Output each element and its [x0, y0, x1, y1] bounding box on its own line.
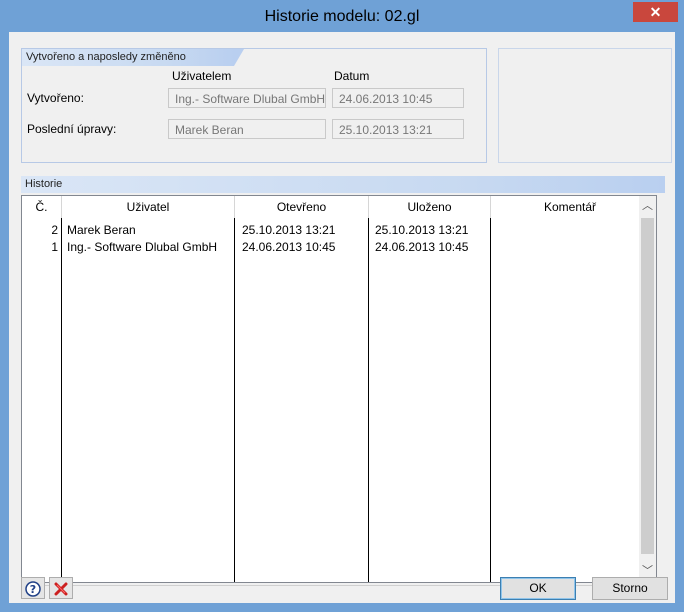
preview-panel: [498, 48, 672, 163]
table-row[interactable]: 2 Marek Beran 25.10.2013 13:21 25.10.201…: [22, 222, 649, 239]
row-opened: 24.06.2013 10:45: [242, 240, 336, 254]
col-user-label: Uživatelem: [172, 69, 232, 83]
close-button[interactable]: ✕: [633, 2, 678, 22]
delete-icon: [54, 582, 68, 596]
close-icon: ✕: [649, 4, 662, 20]
col-number[interactable]: Č.: [22, 196, 62, 218]
created-group: Vytvořeno a naposledy změněno Uživatelem…: [21, 48, 487, 163]
history-group-header: Historie: [21, 176, 665, 193]
delete-button[interactable]: [49, 577, 73, 599]
cancel-button[interactable]: Storno: [592, 577, 668, 600]
title-bar[interactable]: Historie modelu: 02.gl ✕: [1, 1, 683, 32]
window-title: Historie modelu: 02.gl: [264, 8, 420, 25]
history-table-header: Č. Uživatel Otevřeno Uloženo Komentář: [22, 196, 649, 218]
col-comment[interactable]: Komentář: [491, 196, 649, 218]
row-number: 1: [51, 240, 58, 254]
vertical-scrollbar[interactable]: ︿ ﹀: [639, 196, 656, 582]
dialog-body: Vytvořeno a naposledy změněno Uživatelem…: [9, 32, 675, 603]
history-group-title: Historie: [25, 178, 63, 190]
modified-user-field: Marek Beran: [168, 119, 326, 139]
history-table[interactable]: Č. Uživatel Otevřeno Uloženo Komentář 2 …: [21, 195, 657, 583]
created-user-field: Ing.- Software Dlubal GmbH: [168, 88, 326, 108]
col-date-label: Datum: [334, 69, 370, 83]
scroll-up-icon[interactable]: ︿: [639, 198, 656, 215]
ok-button[interactable]: OK: [500, 577, 576, 600]
row-opened: 25.10.2013 13:21: [242, 223, 336, 237]
col-opened[interactable]: Otevřeno: [235, 196, 369, 218]
help-icon: ?: [25, 581, 41, 597]
modified-label: Poslední úpravy:: [27, 122, 117, 136]
row-saved: 25.10.2013 13:21: [375, 223, 469, 237]
row-saved: 24.06.2013 10:45: [375, 240, 469, 254]
col-user[interactable]: Uživatel: [62, 196, 235, 218]
col-saved[interactable]: Uloženo: [369, 196, 491, 218]
table-row[interactable]: 1 Ing.- Software Dlubal GmbH 24.06.2013 …: [22, 239, 649, 256]
created-label: Vytvořeno:: [27, 91, 84, 105]
scroll-thumb[interactable]: [641, 218, 654, 554]
row-user: Ing.- Software Dlubal GmbH: [67, 240, 218, 254]
created-group-header: Vytvořeno a naposledy změněno: [22, 49, 244, 66]
created-group-title: Vytvořeno a naposledy změněno: [26, 51, 186, 63]
created-date-field: 24.06.2013 10:45: [332, 88, 464, 108]
row-number: 2: [51, 223, 58, 237]
svg-text:?: ?: [30, 583, 36, 596]
dialog-window: Historie modelu: 02.gl ✕ Vytvořeno a nap…: [0, 0, 684, 612]
modified-date-field: 25.10.2013 13:21: [332, 119, 464, 139]
row-user: Marek Beran: [67, 223, 136, 237]
help-button[interactable]: ?: [21, 577, 45, 599]
